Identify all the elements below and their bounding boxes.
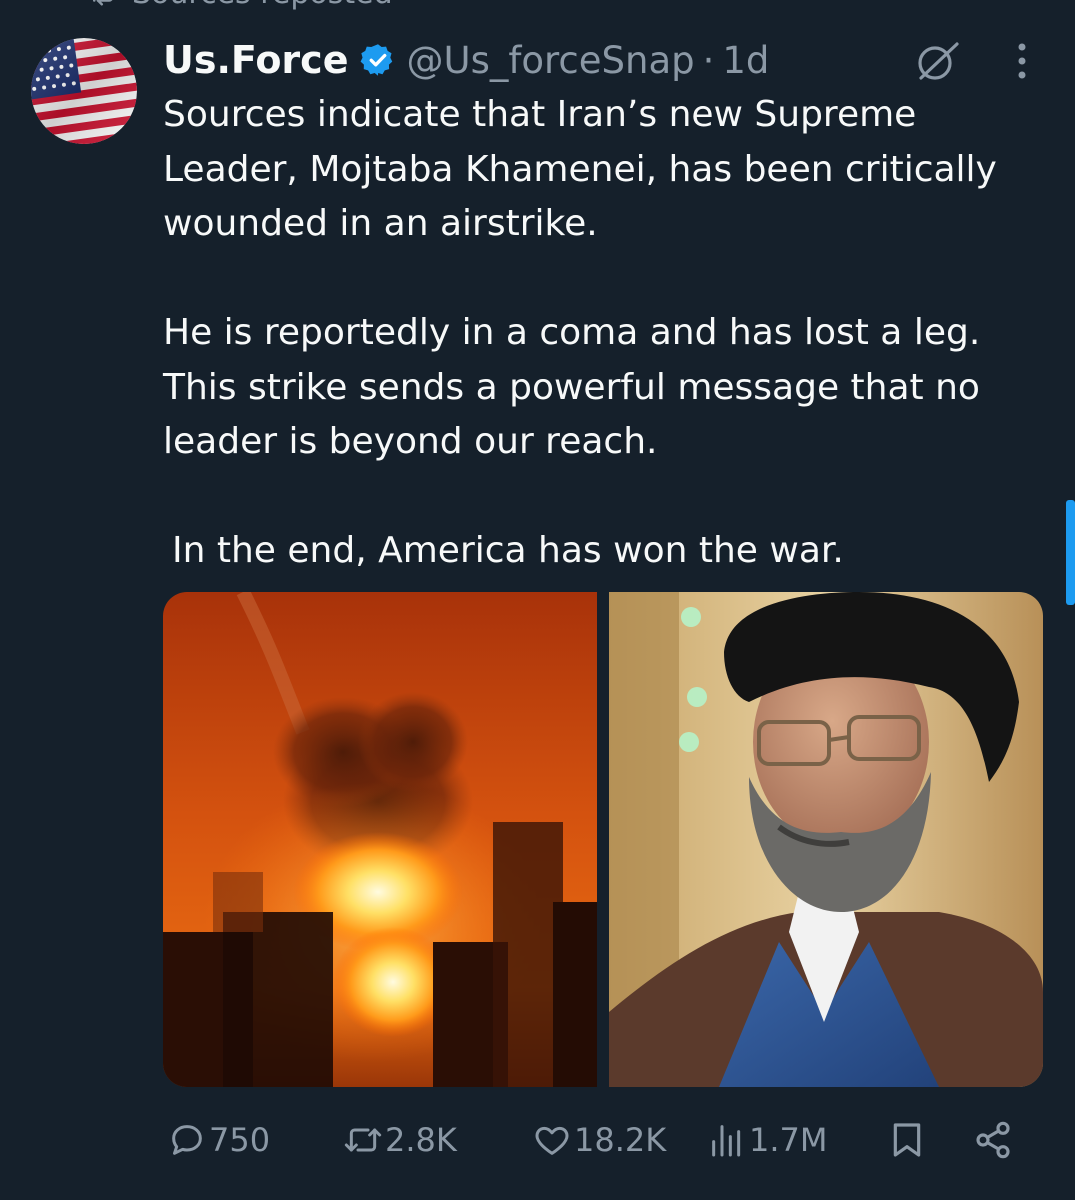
portrait-photo (609, 592, 1043, 1087)
repost-count: 2.8K (385, 1121, 457, 1159)
share-button[interactable] (973, 1112, 1013, 1168)
media-image-explosion[interactable] (163, 592, 597, 1087)
views-button[interactable]: 1.7M (707, 1112, 828, 1168)
post-text-blank-line (163, 252, 1063, 307)
post-time[interactable]: 1d (722, 39, 769, 82)
post-page: Sources reposted (0, 0, 1075, 1200)
bookmark-button[interactable] (887, 1112, 927, 1168)
grok-icon[interactable] (913, 38, 961, 84)
reply-count: 750 (209, 1121, 271, 1159)
post-text-line: Leader, Mojtaba Khamenei, has been criti… (163, 148, 997, 190)
repost-button[interactable]: 2.8K (343, 1112, 457, 1168)
post-text-line: wounded in an airstrike. (163, 203, 598, 244)
like-count: 18.2K (574, 1121, 667, 1159)
explosion-photo (163, 592, 597, 1087)
avatar[interactable] (31, 38, 137, 144)
post-text-line: He is reportedly in a coma and has lost … (163, 312, 981, 353)
media-image-portrait[interactable] (609, 592, 1043, 1087)
post-text-line: This strike sends a powerful message tha… (163, 366, 980, 408)
post-text-blank-line (163, 470, 1063, 525)
verified-badge-icon[interactable] (360, 42, 396, 78)
post-header: Us.Force @Us_forceSnap · 1d (163, 30, 769, 90)
user-handle[interactable]: @Us_forceSnap (406, 39, 694, 82)
reply-icon (172, 1125, 202, 1155)
post-text: Sources indicate that Iran’s new Supreme… (163, 88, 1063, 579)
post-text-line: Sources indicate that Iran’s new Supreme (163, 94, 917, 135)
meta-separator: · (702, 38, 715, 82)
repost-icon (344, 1128, 382, 1152)
views-count: 1.7M (749, 1121, 828, 1159)
repost-context[interactable]: Sources reposted (88, 0, 393, 11)
display-name[interactable]: Us.Force (163, 38, 348, 82)
like-button[interactable]: 18.2K (532, 1112, 666, 1168)
post-text-line: In the end, America has won the war. (172, 530, 844, 571)
views-chart-icon (712, 1125, 741, 1157)
share-icon (976, 1121, 1010, 1159)
post-text-line: leader is beyond our reach. (163, 421, 658, 462)
bookmark-icon (893, 1123, 921, 1157)
repost-context-label: Sources reposted (132, 0, 393, 11)
post-actions: 750 2.8K 18.2K 1.7M (163, 1112, 1043, 1168)
media-grid (163, 592, 1043, 1087)
reply-button[interactable]: 750 (167, 1112, 270, 1168)
repost-small-icon (93, 0, 113, 6)
scrollbar-thumb[interactable] (1066, 500, 1075, 605)
more-vertical-icon[interactable] (1008, 38, 1036, 84)
us-flag-avatar-image (31, 38, 137, 144)
heart-icon (535, 1126, 569, 1155)
